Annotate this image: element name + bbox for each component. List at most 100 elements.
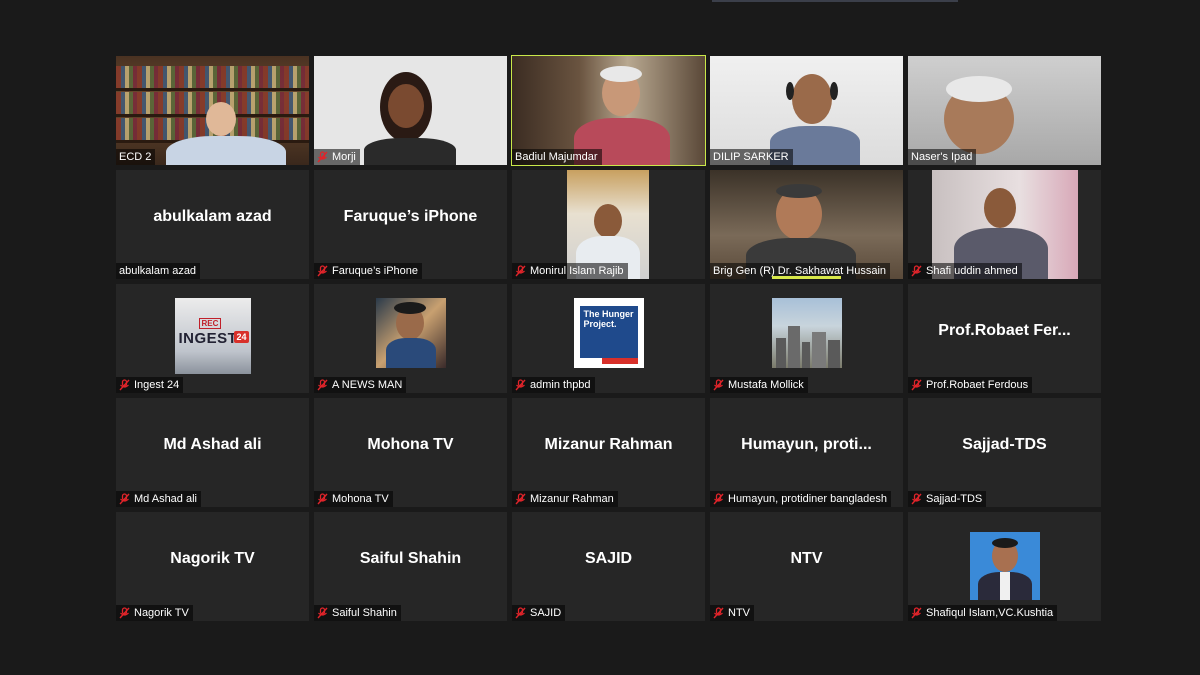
participant-tile-faruques-iphone[interactable]: Faruque’s iPhone Faruque’s iPhone <box>314 170 507 279</box>
participant-name: Saiful Shahin <box>332 607 397 619</box>
participant-name-label: SAJID <box>512 605 566 621</box>
logo-bar <box>601 358 638 364</box>
participant-tile-mustafa-mollick[interactable]: Mustafa Mollick <box>710 284 903 393</box>
participant-tile-ingest-24[interactable]: REC INGEST 24 Ingest 24 <box>116 284 309 393</box>
participant-name-label: Morji <box>314 149 360 165</box>
mic-muted-icon <box>911 265 922 277</box>
participant-tile-sajid[interactable]: SAJID SAJID <box>512 512 705 621</box>
participant-tile-shafiqul-islam[interactable]: Shafiqul Islam,VC.Kushtia <box>908 512 1101 621</box>
participant-name-label: Mizanur Rahman <box>512 491 618 507</box>
participant-name-label: NTV <box>710 605 754 621</box>
mic-muted-icon <box>911 607 922 619</box>
participant-name-label: abulkalam azad <box>116 263 201 279</box>
mic-muted-icon <box>317 379 328 391</box>
mic-muted-icon <box>911 379 922 391</box>
participant-name-label: DILIP SARKER <box>710 149 793 165</box>
profile-picture <box>375 298 446 368</box>
participant-name-label: Brig Gen (R) Dr. Sakhawat Hussain <box>710 263 891 279</box>
participant-name: Badiul Majumdar <box>515 151 598 163</box>
participant-name-label: Prof.Robaet Ferdous <box>908 377 1033 393</box>
participant-name-label: Mohona TV <box>314 491 393 507</box>
participant-name: Mohona TV <box>332 493 389 505</box>
mic-muted-icon <box>515 493 526 505</box>
participant-tile-humayun[interactable]: Humayun, proti... Humayun, protidiner ba… <box>710 398 903 507</box>
participant-tile-sajjad-tds[interactable]: Sajjad-TDS Sajjad-TDS <box>908 398 1101 507</box>
participant-name-label: Badiul Majumdar <box>512 149 602 165</box>
participant-display-name: Md Ashad ali <box>163 436 262 453</box>
participant-name-label: Faruque’s iPhone <box>314 263 423 279</box>
participant-display-name: abulkalam azad <box>153 208 272 225</box>
participant-tile-abulkalam-azad[interactable]: abulkalam azad abulkalam azad <box>116 170 309 279</box>
participant-name: Brig Gen (R) Dr. Sakhawat Hussain <box>713 265 887 277</box>
participant-tile-saiful-shahin[interactable]: Saiful Shahin Saiful Shahin <box>314 512 507 621</box>
participant-tile-ntv[interactable]: NTV NTV <box>710 512 903 621</box>
participant-display-name: Mohona TV <box>367 436 454 453</box>
participant-name: NTV <box>728 607 750 619</box>
participant-name: Morji <box>332 151 356 163</box>
logo-rec-text: REC <box>198 318 222 329</box>
participant-tile-ecd-2[interactable]: ECD 2 <box>116 56 309 165</box>
participant-name: Humayun, protidiner bangladesh <box>728 493 887 505</box>
participant-name: Shafiqul Islam,VC.Kushtia <box>926 607 1054 619</box>
logo-number: 24 <box>234 331 249 343</box>
participant-tile-sakhawat-hussain[interactable]: Brig Gen (R) Dr. Sakhawat Hussain <box>710 170 903 279</box>
participant-tile-morji[interactable]: Morji <box>314 56 507 165</box>
profile-picture <box>771 298 842 368</box>
participant-name-label: Saiful Shahin <box>314 605 401 621</box>
participant-name-label: A NEWS MAN <box>314 377 407 393</box>
mic-muted-icon <box>713 607 724 619</box>
participant-tile-dilip-sarker[interactable]: DILIP SARKER <box>710 56 903 165</box>
mic-muted-icon <box>119 379 130 391</box>
logo-text: The Hunger Project. <box>579 306 638 358</box>
participant-name-label: Shafiqul Islam,VC.Kushtia <box>908 605 1058 621</box>
mic-muted-icon <box>317 493 328 505</box>
mic-muted-icon <box>119 493 130 505</box>
participant-tile-md-ashad-ali[interactable]: Md Ashad ali Md Ashad ali <box>116 398 309 507</box>
participant-display-name: SAJID <box>584 550 633 567</box>
participant-name-label: Humayun, protidiner bangladesh <box>710 491 891 507</box>
mic-muted-icon <box>515 265 526 277</box>
profile-picture: The Hunger Project. <box>573 298 644 368</box>
participant-name: Faruque’s iPhone <box>332 265 419 277</box>
participant-name: Md Ashad ali <box>134 493 197 505</box>
participant-tile-badiul-majumdar[interactable]: Badiul Majumdar <box>511 55 706 166</box>
participant-tile-a-news-man[interactable]: A NEWS MAN <box>314 284 507 393</box>
participant-name: Sajjad-TDS <box>926 493 983 505</box>
participant-name: admin thpbd <box>530 379 591 391</box>
participant-display-name: NTV <box>790 550 823 567</box>
participant-name-label: Sajjad-TDS <box>908 491 987 507</box>
participant-name-label: Shafi uddin ahmed <box>908 263 1022 279</box>
participant-display-name: Saiful Shahin <box>359 550 462 567</box>
participant-display-name: Humayun, proti... <box>741 436 872 453</box>
participant-tile-nagorik-tv[interactable]: Nagorik TV Nagorik TV <box>116 512 309 621</box>
participant-tile-mizanur-rahman[interactable]: Mizanur Rahman Mizanur Rahman <box>512 398 705 507</box>
participant-name-label: Nagorik TV <box>116 605 193 621</box>
participant-tile-nasers-ipad[interactable]: Naser's Ipad <box>908 56 1101 165</box>
participant-tile-monirul-islam-rajib[interactable]: Monirul Islam Rajib <box>512 170 705 279</box>
mic-muted-icon <box>713 493 724 505</box>
participant-name: Nagorik TV <box>134 607 189 619</box>
participant-tile-robaet-ferdous[interactable]: Prof.Robaet Fer... Prof.Robaet Ferdous <box>908 284 1101 393</box>
participant-name-label: ECD 2 <box>116 149 156 165</box>
participant-tile-shafi-uddin-ahmed[interactable]: Shafi uddin ahmed <box>908 170 1101 279</box>
participant-tile-mohona-tv[interactable]: Mohona TV Mohona TV <box>314 398 507 507</box>
participant-name-label: admin thpbd <box>512 377 595 393</box>
participant-name-label: Md Ashad ali <box>116 491 201 507</box>
mic-muted-icon <box>911 493 922 505</box>
mic-muted-icon <box>317 151 328 163</box>
participant-display-name: Sajjad-TDS <box>962 436 1047 453</box>
participant-display-name: Prof.Robaet Fer... <box>938 322 1071 339</box>
mic-muted-icon <box>713 379 724 391</box>
logo-text: INGEST <box>178 330 238 347</box>
participant-name-label: Ingest 24 <box>116 377 184 393</box>
participant-name: Mustafa Mollick <box>728 379 804 391</box>
profile-picture: REC INGEST 24 <box>174 298 251 374</box>
gallery-view-grid: ECD 2 Morji Badiul Majumdar DILIP SARKER… <box>116 55 1101 621</box>
mic-muted-icon <box>515 607 526 619</box>
participant-name: DILIP SARKER <box>713 151 789 163</box>
mic-muted-icon <box>515 379 526 391</box>
participant-name: A NEWS MAN <box>332 379 403 391</box>
participant-tile-admin-thpbd[interactable]: The Hunger Project. admin thpbd <box>512 284 705 393</box>
mic-muted-icon <box>119 607 130 619</box>
participant-name-label: Monirul Islam Rajib <box>512 263 628 279</box>
